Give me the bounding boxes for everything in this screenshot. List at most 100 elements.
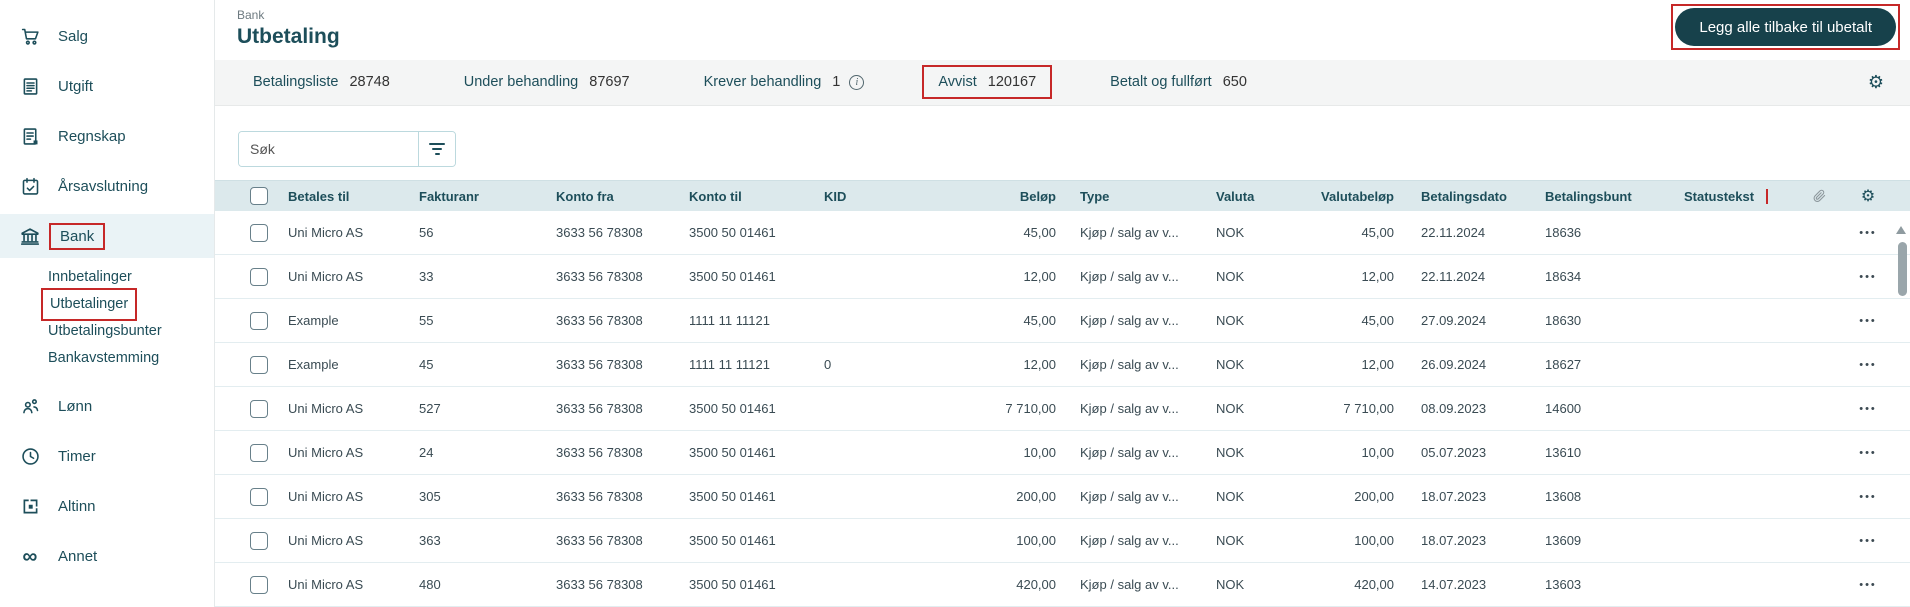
row-actions-menu-icon[interactable]: ••• xyxy=(1859,579,1877,591)
cell-betalingsbunt: 18627 xyxy=(1545,357,1582,372)
tab-betalt-og-fullfort[interactable]: Betalt og fullført 650 xyxy=(1110,74,1247,90)
row-actions-menu-icon[interactable]: ••• xyxy=(1859,227,1877,239)
column-header-betales-til[interactable]: Betales til xyxy=(288,189,419,204)
table-header-row: Betales til Fakturanr Konto fra Konto ti… xyxy=(215,180,1910,211)
info-icon[interactable]: i xyxy=(849,74,865,90)
row-checkbox[interactable] xyxy=(250,267,268,286)
cell-type: Kjøp / salg av v... xyxy=(1080,225,1179,240)
sidebar-item-label: Regnskap xyxy=(58,127,126,145)
row-checkbox[interactable] xyxy=(250,575,268,594)
column-header-belop[interactable]: Beløp xyxy=(944,189,1056,204)
column-header-fakturanr[interactable]: Fakturanr xyxy=(419,189,556,204)
row-actions-menu-icon[interactable]: ••• xyxy=(1859,535,1877,547)
filter-button[interactable] xyxy=(418,132,455,167)
row-actions-menu-icon[interactable]: ••• xyxy=(1859,315,1877,327)
scrollbar-up-arrow[interactable] xyxy=(1896,226,1906,234)
row-checkbox[interactable] xyxy=(250,399,268,418)
row-actions-menu-icon[interactable]: ••• xyxy=(1859,403,1877,415)
table-row[interactable]: Example 45 3633 56 78308 1111 11 11121 0… xyxy=(215,343,1910,387)
table-row[interactable]: Uni Micro AS 24 3633 56 78308 3500 50 01… xyxy=(215,431,1910,475)
cell-betales-til: Uni Micro AS xyxy=(288,533,364,548)
gear-icon[interactable]: ⚙ xyxy=(1868,73,1884,92)
submenu-item-innbetalinger[interactable]: Innbetalinger xyxy=(0,264,214,291)
column-header-valuta[interactable]: Valuta xyxy=(1216,189,1311,204)
column-header-type[interactable]: Type xyxy=(1056,189,1216,204)
paperclip-icon xyxy=(1800,189,1838,203)
table-row[interactable]: Uni Micro AS 56 3633 56 78308 3500 50 01… xyxy=(215,211,1910,255)
cell-valuta: NOK xyxy=(1216,445,1245,460)
tab-label: Betalingsliste xyxy=(253,74,339,91)
sidebar-item-regnskap[interactable]: Regnskap xyxy=(0,114,214,158)
column-header-betalingsdato[interactable]: Betalingsdato xyxy=(1394,189,1545,204)
column-header-statustekst[interactable]: Statustekst xyxy=(1682,188,1800,204)
cell-betales-til: Uni Micro AS xyxy=(288,489,364,504)
table-settings-gear-icon[interactable]: ⚙ xyxy=(1861,188,1875,204)
sidebar-item-salg[interactable]: Salg xyxy=(0,14,214,58)
cell-betales-til: Uni Micro AS xyxy=(288,269,364,284)
column-header-konto-til[interactable]: Konto til xyxy=(689,189,824,204)
tab-betalingsliste[interactable]: Betalingsliste 28748 xyxy=(253,74,390,90)
cell-valuta: NOK xyxy=(1216,225,1245,240)
row-checkbox[interactable] xyxy=(250,531,268,550)
cell-konto-fra: 3633 56 78308 xyxy=(556,357,643,372)
cell-konto-til: 3500 50 01461 xyxy=(689,225,776,240)
submenu-item-utbetalingsbunter[interactable]: Utbetalingsbunter xyxy=(0,318,214,345)
sidebar-item-bank[interactable]: Bank xyxy=(0,214,214,258)
sidebar-item-annet[interactable]: ∞ Annet xyxy=(0,534,214,578)
sidebar-item-arsavslutning[interactable]: Årsavslutning xyxy=(0,164,214,208)
row-actions-menu-icon[interactable]: ••• xyxy=(1859,359,1877,371)
scrollbar-thumb[interactable] xyxy=(1898,242,1907,296)
table-row[interactable]: Example 55 3633 56 78308 1111 11 11121 4… xyxy=(215,299,1910,343)
reset-to-unpaid-button[interactable]: Legg alle tilbake til ubetalt xyxy=(1675,8,1896,46)
table-row[interactable]: Uni Micro AS 480 3633 56 78308 3500 50 0… xyxy=(215,563,1910,607)
cell-betalingsbunt: 13608 xyxy=(1545,489,1582,504)
table-row[interactable]: Uni Micro AS 527 3633 56 78308 3500 50 0… xyxy=(215,387,1910,431)
column-header-valutabelop[interactable]: Valutabeløp xyxy=(1311,189,1394,204)
table-row[interactable]: Uni Micro AS 305 3633 56 78308 3500 50 0… xyxy=(215,475,1910,519)
cell-valutabelop: 45,00 xyxy=(1361,313,1394,328)
cell-betalingsbunt: 18634 xyxy=(1545,269,1582,284)
cell-valuta: NOK xyxy=(1216,357,1245,372)
cell-belop: 420,00 xyxy=(1016,577,1056,592)
sidebar-item-timer[interactable]: Timer xyxy=(0,434,214,478)
row-checkbox[interactable] xyxy=(250,311,268,330)
row-checkbox[interactable] xyxy=(250,487,268,506)
tab-krever-behandling[interactable]: Krever behandling 1 i xyxy=(704,74,865,90)
sidebar-item-altinn[interactable]: Altinn xyxy=(0,484,214,528)
tab-under-behandling[interactable]: Under behandling 87697 xyxy=(464,74,630,90)
cell-fakturanr: 33 xyxy=(419,269,434,284)
table-row[interactable]: Uni Micro AS 363 3633 56 78308 3500 50 0… xyxy=(215,519,1910,563)
column-header-betalingsbunt[interactable]: Betalingsbunt xyxy=(1545,189,1682,204)
row-checkbox[interactable] xyxy=(250,223,268,242)
sidebar-item-label: Timer xyxy=(58,447,96,465)
row-actions-menu-icon[interactable]: ••• xyxy=(1859,491,1877,503)
select-all-checkbox[interactable] xyxy=(250,187,268,205)
sidebar-item-label: Årsavslutning xyxy=(58,177,149,195)
tab-avvist[interactable]: Avvist 120167 xyxy=(922,65,1053,100)
table-row[interactable]: Uni Micro AS 33 3633 56 78308 3500 50 01… xyxy=(215,255,1910,299)
submenu-item-utbetalinger[interactable]: Utbetalinger xyxy=(0,288,214,321)
cell-betalingsbunt: 13603 xyxy=(1545,577,1582,592)
row-checkbox[interactable] xyxy=(250,355,268,374)
search-input[interactable] xyxy=(239,132,418,167)
cell-valuta: NOK xyxy=(1216,313,1245,328)
cell-konto-fra: 3633 56 78308 xyxy=(556,313,643,328)
sidebar-item-lonn[interactable]: Lønn xyxy=(0,384,214,428)
cell-fakturanr: 305 xyxy=(419,489,441,504)
row-actions-menu-icon[interactable]: ••• xyxy=(1859,447,1877,459)
cell-betales-til: Uni Micro AS xyxy=(288,401,364,416)
sidebar-item-label: Bank xyxy=(60,227,95,245)
tab-count: 1 xyxy=(832,74,841,91)
sidebar-item-utgift[interactable]: Utgift xyxy=(0,64,214,108)
cart-icon xyxy=(19,25,41,47)
submenu-item-bankavstemming[interactable]: Bankavstemming xyxy=(0,345,214,372)
row-actions-menu-icon[interactable]: ••• xyxy=(1859,271,1877,283)
cell-belop: 7 710,00 xyxy=(1005,401,1056,416)
column-header-konto-fra[interactable]: Konto fra xyxy=(556,189,689,204)
sidebar-item-label: Utgift xyxy=(58,77,94,95)
cell-betalingsbunt: 18636 xyxy=(1545,225,1582,240)
cell-valutabelop: 420,00 xyxy=(1354,577,1394,592)
row-checkbox[interactable] xyxy=(250,443,268,462)
column-header-kid[interactable]: KID xyxy=(824,189,944,204)
cell-konto-til: 3500 50 01461 xyxy=(689,489,776,504)
